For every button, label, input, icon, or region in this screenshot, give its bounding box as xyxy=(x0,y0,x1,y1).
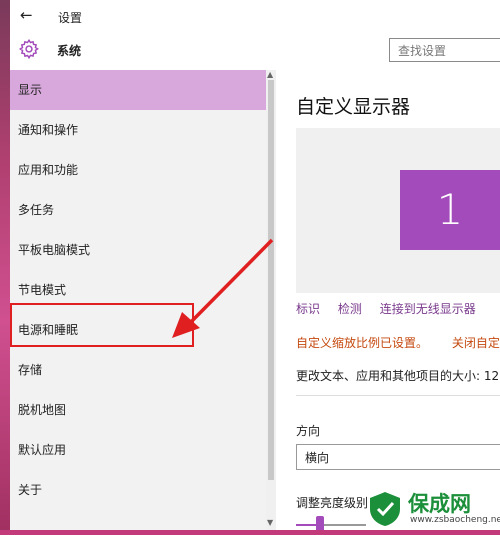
watermark-title: 保成网 xyxy=(408,492,471,516)
desktop-background-strip xyxy=(0,0,10,535)
sidebar-item-about[interactable]: 关于 xyxy=(10,470,266,510)
orientation-label: 方向 xyxy=(296,424,321,438)
window-title: 设置 xyxy=(58,11,83,25)
divider xyxy=(296,395,500,396)
main-content: 自定义显示器 1 标识 检测 连接到无线显示器 自定义缩放比例已设置。 关闭自定… xyxy=(276,70,500,530)
orientation-select[interactable]: 横向 xyxy=(296,444,500,470)
scroll-up-icon[interactable]: ▲ xyxy=(267,70,273,79)
shield-logo-icon xyxy=(370,492,400,526)
sidebar-item-offline-maps[interactable]: 脱机地图 xyxy=(10,390,266,430)
turn-off-custom-scaling-link[interactable]: 关闭自定 xyxy=(452,336,500,350)
scrollbar-thumb[interactable] xyxy=(268,80,274,480)
identify-link[interactable]: 标识 xyxy=(296,302,320,316)
scaling-notice-text: 自定义缩放比例已设置。 xyxy=(296,336,429,350)
sidebar-item-notifications[interactable]: 通知和操作 xyxy=(10,110,266,150)
sidebar-item-default-apps[interactable]: 默认应用 xyxy=(10,430,266,470)
page-title: 自定义显示器 xyxy=(296,96,411,118)
back-arrow-icon[interactable]: ← xyxy=(20,6,33,24)
taskbar-edge xyxy=(0,530,500,535)
title-bar: ← 设置 xyxy=(10,0,500,32)
gear-icon xyxy=(18,38,39,60)
watermark: 保成网 www.zsbaocheng.net xyxy=(366,488,500,530)
sidebar-item-multitasking[interactable]: 多任务 xyxy=(10,190,266,230)
sidebar-item-storage[interactable]: 存储 xyxy=(10,350,266,390)
display-arrangement-area: 1 xyxy=(296,128,500,293)
sidebar-item-display[interactable]: 显示 xyxy=(10,70,266,110)
detect-link[interactable]: 检测 xyxy=(338,302,362,316)
sidebar-item-tablet-mode[interactable]: 平板电脑模式 xyxy=(10,230,266,270)
monitor-tile[interactable]: 1 xyxy=(400,170,500,250)
brightness-label: 调整亮度级别 xyxy=(296,496,369,510)
display-links: 标识 检测 连接到无线显示器 xyxy=(296,300,490,317)
text-size-label: 更改文本、应用和其他项目的大小: 12 xyxy=(296,369,500,383)
settings-header: 系统 查找设置 xyxy=(10,32,500,70)
sidebar-item-apps[interactable]: 应用和功能 xyxy=(10,150,266,190)
sidebar: 显示 通知和操作 应用和功能 多任务 平板电脑模式 节电模式 电源和睡眠 存储 … xyxy=(10,70,266,530)
brightness-slider-thumb[interactable] xyxy=(316,516,324,530)
sidebar-scrollbar[interactable]: ▲ ▼ xyxy=(266,70,276,530)
watermark-url: www.zsbaocheng.net xyxy=(410,515,500,525)
annotation-highlight-box xyxy=(10,303,194,347)
search-input[interactable]: 查找设置 xyxy=(389,38,500,62)
settings-window: ← 设置 系统 查找设置 显示 通知和操作 应用和功能 多任务 平板电脑模式 节… xyxy=(10,0,500,530)
scroll-down-icon[interactable]: ▼ xyxy=(267,518,273,527)
brightness-slider-fill xyxy=(296,524,318,526)
section-title: 系统 xyxy=(57,44,82,58)
connect-wireless-link[interactable]: 连接到无线显示器 xyxy=(380,302,476,316)
scaling-notice: 自定义缩放比例已设置。 关闭自定 xyxy=(296,334,500,351)
